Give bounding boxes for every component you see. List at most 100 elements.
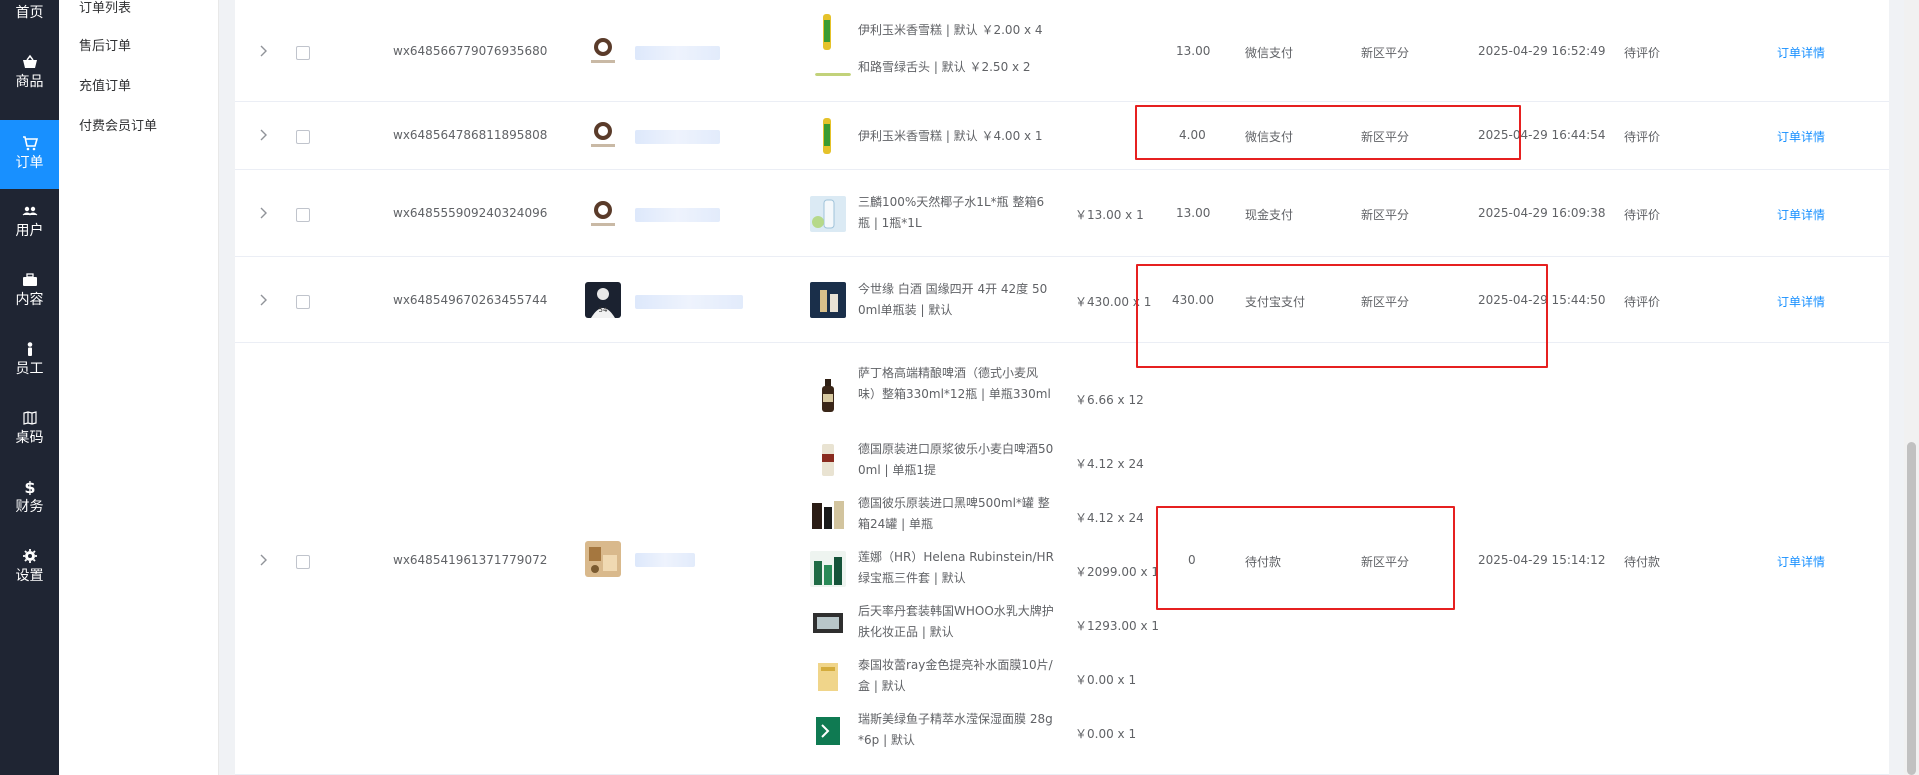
nav-label: 内容 (15, 292, 44, 308)
avatar (585, 33, 621, 69)
order-submenu: 订单列表 售后订单 充值订单 付费会员订单 (59, 0, 219, 775)
briefcase-icon (22, 273, 37, 286)
order-status: 待付款 (1624, 555, 1661, 569)
product-thumb (810, 196, 846, 232)
app-root: 首页 商品 订单 用户 内容 员工 桌码 $ 财务 设置 订单列表 售后订单 充… (0, 0, 1919, 775)
submenu-item-order-list[interactable]: 订单列表 (79, 0, 131, 16)
table-row: wx648564786811895808 伊利玉米香雪糕 | 默认 ￥4.00 … (235, 102, 1889, 170)
nav-item-content[interactable]: 内容 (0, 257, 59, 326)
payment-method: 现金支付 (1245, 208, 1294, 222)
avatar (585, 196, 621, 232)
product-thumb (810, 605, 846, 641)
order-status: 待评价 (1624, 295, 1661, 309)
product-price: ￥6.66 x 12 (1075, 393, 1144, 407)
payment-method: 待付款 (1245, 555, 1282, 569)
nav-item-settings[interactable]: 设置 (0, 533, 59, 602)
submenu-item-member[interactable]: 付费会员订单 (79, 115, 157, 134)
row-checkbox[interactable] (296, 130, 310, 144)
row-checkbox[interactable] (296, 46, 310, 60)
nav-item-tables[interactable]: 桌码 (0, 395, 59, 464)
product-name: 瑞斯美绿鱼子精萃水滢保湿面膜 28g*6p | 默认 (858, 712, 1053, 747)
product-thumb (810, 659, 846, 695)
submenu-item-after-sale[interactable]: 售后订单 (79, 35, 131, 54)
nav-label: 员工 (15, 361, 44, 377)
nav-item-users[interactable]: 用户 (0, 188, 59, 257)
customer-name (635, 130, 720, 144)
order-number: wx648549670263455744 (393, 293, 548, 307)
order-detail-link[interactable]: 订单详情 (1777, 44, 1825, 61)
product-name: 萨丁格高端精酿啤酒（德式小麦风味）整箱330ml*12瓶 | 单瓶330ml (858, 366, 1051, 401)
order-amount: 430.00 (1172, 293, 1214, 307)
product-thumb (810, 551, 846, 587)
store-name: 新区平分 (1361, 46, 1410, 60)
order-detail-link[interactable]: 订单详情 (1777, 293, 1825, 310)
chevron-right-icon[interactable] (256, 206, 270, 220)
row-checkbox[interactable] (296, 208, 310, 222)
store-name: 新区平分 (1361, 208, 1410, 222)
product-name: 和路雪绿舌头 | 默认 ￥2.50 x 2 (858, 60, 1031, 74)
scrollbar-thumb[interactable] (1907, 442, 1916, 775)
product-thumb (820, 118, 834, 154)
scrollbar[interactable] (1904, 0, 1919, 775)
nav-label: 用户 (15, 223, 44, 239)
submenu-item-recharge[interactable]: 充值订单 (79, 75, 131, 94)
customer-name (635, 553, 695, 567)
main-area: wx648566779076935680 伊利玉米香雪糕 | 默认 ￥2.00 … (219, 0, 1919, 775)
customer-name (635, 46, 720, 60)
product-price: ￥1293.00 x 1 (1075, 619, 1159, 633)
product-name: 今世缘 白酒 国缘四开 4开 42度 500ml单瓶装 | 默认 (858, 282, 1048, 317)
order-amount: 13.00 (1176, 206, 1211, 220)
store-name: 新区平分 (1361, 555, 1410, 569)
row-checkbox[interactable] (296, 555, 310, 569)
row-checkbox[interactable] (296, 295, 310, 309)
table-row: wx648566779076935680 伊利玉米香雪糕 | 默认 ￥2.00 … (235, 0, 1889, 102)
chevron-right-icon[interactable] (256, 293, 270, 307)
home-icon (22, 0, 38, 1)
order-detail-link[interactable]: 订单详情 (1777, 553, 1825, 570)
dollar-icon: $ (24, 479, 35, 495)
chevron-right-icon[interactable] (256, 44, 270, 58)
chevron-right-icon[interactable] (256, 553, 270, 567)
order-number: wx648566779076935680 (393, 44, 548, 58)
order-table: wx648566779076935680 伊利玉米香雪糕 | 默认 ￥2.00 … (235, 0, 1889, 775)
nav-label: 首页 (15, 5, 44, 21)
nav-item-finance[interactable]: $ 财务 (0, 464, 59, 533)
avatar (585, 117, 621, 153)
nav-item-home[interactable]: 首页 (0, 0, 59, 39)
map-icon (22, 411, 37, 425)
customer-name (635, 208, 720, 222)
payment-method: 微信支付 (1245, 130, 1294, 144)
product-thumb (810, 282, 846, 318)
product-thumb (810, 713, 846, 749)
table-row: wx648541961371779072 萨丁格高端精酿啤酒（德式小麦风味）整箱… (235, 343, 1889, 775)
nav-item-orders[interactable]: 订单 (0, 120, 59, 189)
product-name: 伊利玉米香雪糕 | 默认 ￥2.00 x 4 (858, 23, 1043, 37)
table-row: wx648549670263455744 54 今世缘 白酒 国缘四开 4开 4… (235, 257, 1889, 343)
nav-item-staff[interactable]: 员工 (0, 326, 59, 395)
person-icon (27, 342, 32, 356)
order-amount: 13.00 (1176, 44, 1211, 58)
product-name: 三麟100%天然椰子水1L*瓶 整箱6瓶 | 1瓶*1L (858, 195, 1045, 230)
product-thumb (810, 497, 846, 533)
order-number: wx648541961371779072 (393, 553, 548, 567)
main-nav: 首页 商品 订单 用户 内容 员工 桌码 $ 财务 设置 (0, 0, 59, 775)
chevron-right-icon[interactable] (256, 128, 270, 142)
order-status: 待评价 (1624, 130, 1661, 144)
product-name: 泰国妆蕾ray金色提亮补水面膜10片/盒 | 默认 (858, 658, 1053, 693)
order-number: wx648564786811895808 (393, 128, 548, 142)
product-price: ￥4.12 x 24 (1075, 511, 1144, 525)
gear-icon (22, 549, 37, 563)
nav-item-goods[interactable]: 商品 (0, 39, 59, 108)
nav-label: 设置 (15, 568, 44, 584)
order-detail-link[interactable]: 订单详情 (1777, 128, 1825, 145)
order-time: 2025-04-29 16:52:49 (1478, 44, 1606, 58)
nav-label: 订单 (15, 155, 44, 171)
product-thumb (810, 442, 846, 478)
product-thumb (815, 66, 851, 76)
product-thumb (820, 14, 834, 50)
svg-text:54: 54 (599, 306, 608, 314)
customer-name (635, 295, 743, 309)
payment-method: 微信支付 (1245, 46, 1294, 60)
order-detail-link[interactable]: 订单详情 (1777, 206, 1825, 223)
order-amount: 4.00 (1179, 128, 1206, 142)
